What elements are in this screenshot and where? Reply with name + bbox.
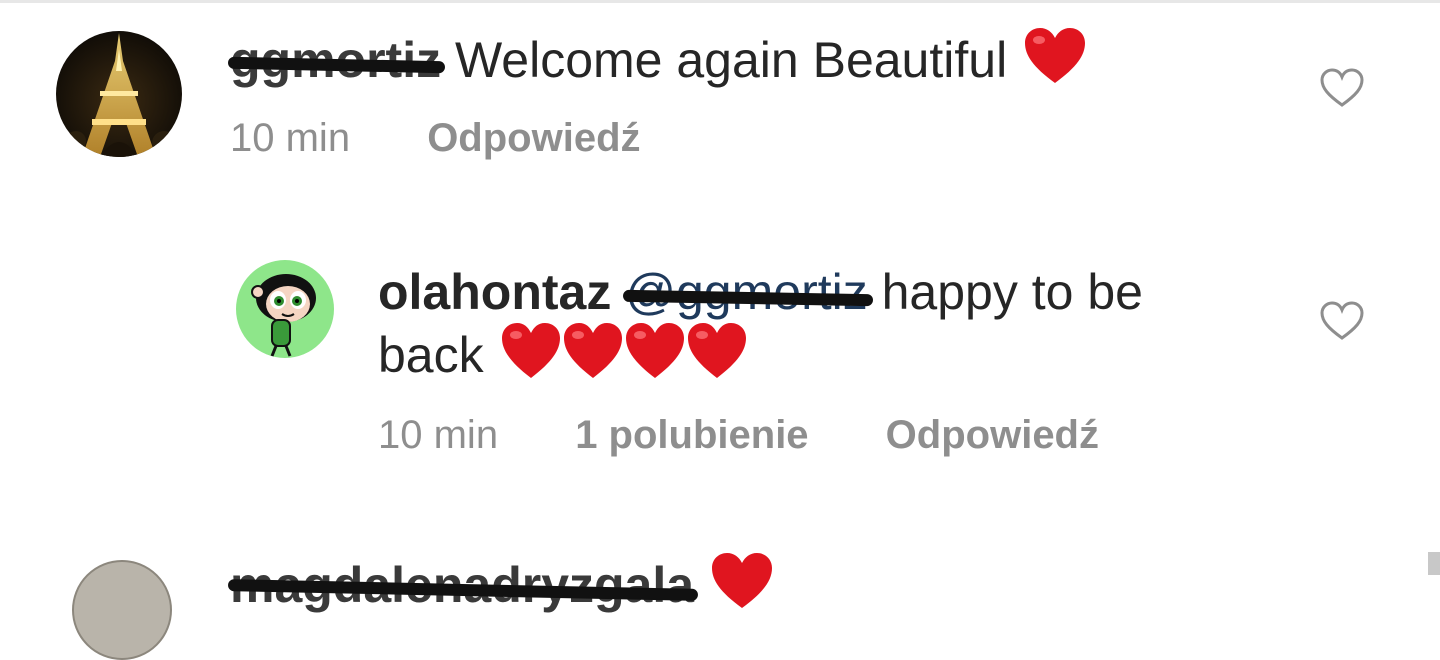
red-heart-icon [1025, 28, 1086, 83]
eiffel-tower-photo [56, 31, 182, 157]
comment-time: 10 min [230, 116, 351, 160]
comment-username[interactable]: ggmortiz [230, 32, 441, 88]
reply-button[interactable]: Odpowiedź [427, 116, 640, 160]
heart-outline-icon[interactable] [1320, 301, 1364, 341]
avatar[interactable] [72, 560, 172, 660]
red-heart-icon [711, 553, 772, 608]
likes-count-button[interactable]: 1 polubienie [575, 413, 808, 457]
avatar[interactable] [56, 31, 182, 157]
mention-text[interactable]: @ggmortiz [625, 264, 867, 320]
comment-body-line2: back [378, 327, 484, 383]
comment-text: ggmortiz Welcome again Beautiful [230, 27, 1087, 90]
comment-time: 10 min [378, 413, 499, 457]
reply-text: olahontaz @ggmortiz happy to be back [378, 262, 1258, 385]
top-divider [0, 0, 1440, 3]
avatar[interactable] [236, 260, 334, 358]
red-heart-icon [501, 323, 746, 378]
comment-username[interactable]: olahontaz [378, 264, 611, 320]
comment-text: magdalenadryzgala [230, 552, 774, 615]
reply-meta: 10 min 1 polubienie Odpowiedź [378, 413, 1099, 458]
comment-body-line1: happy to be [881, 264, 1143, 320]
comment-meta: 10 min Odpowiedź [230, 116, 641, 161]
comment-username[interactable]: magdalenadryzgala [230, 557, 694, 613]
comment-body: Welcome again Beautiful [455, 32, 1008, 88]
mention-link[interactable]: @ggmortiz [625, 264, 867, 320]
heart-outline-icon[interactable] [1320, 68, 1364, 108]
reply-button[interactable]: Odpowiedź [886, 413, 1099, 457]
scrollbar[interactable] [1428, 552, 1440, 575]
cartoon-avatar [236, 260, 334, 358]
